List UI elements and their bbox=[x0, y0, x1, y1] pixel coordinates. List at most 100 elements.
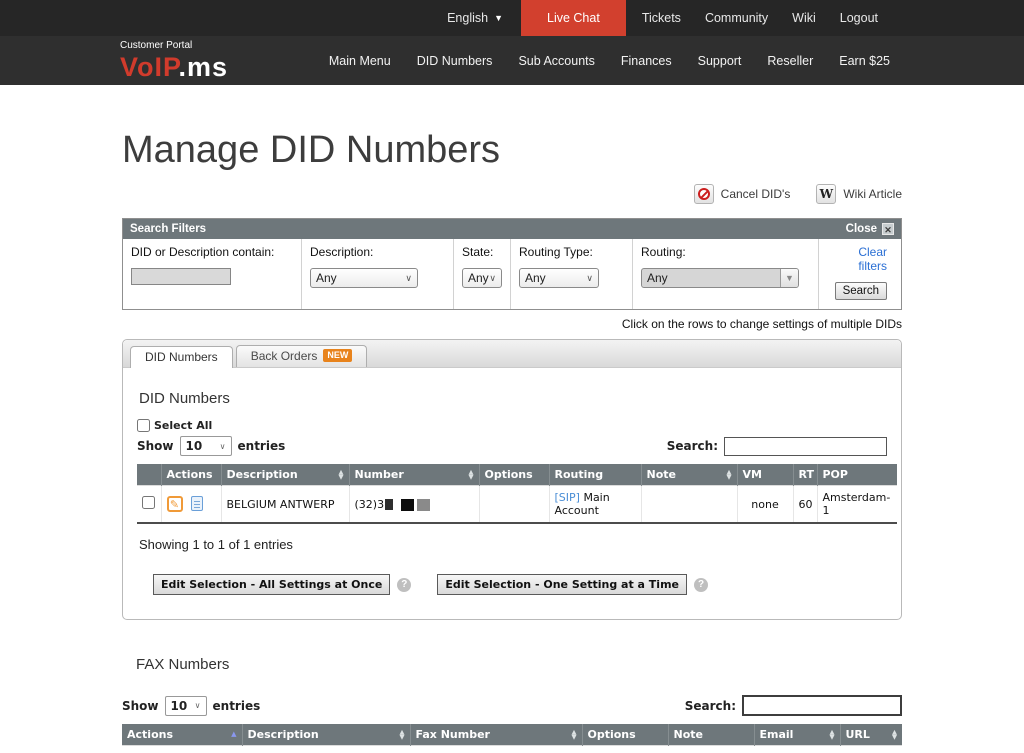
portal-label: Customer Portal bbox=[120, 41, 228, 51]
show-label: Show bbox=[122, 699, 159, 713]
row-pop: Amsterdam-1 bbox=[817, 486, 897, 524]
row-actions-cell: ✎ bbox=[161, 486, 221, 524]
community-link[interactable]: Community bbox=[693, 11, 780, 25]
row-rt: 60 bbox=[793, 486, 817, 524]
chevron-down-icon[interactable]: ▼ bbox=[780, 269, 798, 287]
select-all-checkbox[interactable] bbox=[137, 419, 150, 432]
fax-section-heading: FAX Numbers bbox=[136, 656, 902, 673]
filter-description: Description: Any ∨ bbox=[301, 239, 453, 309]
row-number: (32)3 bbox=[349, 486, 479, 524]
fax-page-size-value: 10 bbox=[171, 699, 188, 713]
col-fax-actions[interactable]: ▲Actions bbox=[122, 724, 242, 746]
nav-main-menu[interactable]: Main Menu bbox=[329, 54, 391, 68]
document-icon[interactable] bbox=[191, 496, 203, 511]
fax-page-size-select[interactable]: 10 ∨ bbox=[165, 696, 207, 716]
top-utility-bar: English ▼ Live Chat Tickets Community Wi… bbox=[0, 0, 1024, 36]
chevron-down-icon: ∨ bbox=[195, 701, 201, 710]
page-actions: Cancel DID's W Wiki Article bbox=[122, 184, 902, 204]
col-fax-options: Options bbox=[582, 724, 668, 746]
fax-table: ▲Actions ▲▼Description ▲▼Fax Number Opti… bbox=[122, 724, 902, 753]
redaction-block bbox=[401, 499, 414, 511]
logout-link[interactable]: Logout bbox=[828, 11, 890, 25]
live-chat-label: Live Chat bbox=[547, 11, 600, 25]
close-icon: ✕ bbox=[882, 223, 894, 235]
sip-routing-link[interactable]: [SIP] bbox=[555, 491, 580, 504]
col-note[interactable]: ▲▼Note bbox=[641, 464, 737, 486]
tab-strip: DID Numbers Back Orders NEW bbox=[123, 340, 901, 368]
col-options: Options bbox=[479, 464, 549, 486]
select-all-control[interactable]: Select All bbox=[137, 419, 887, 432]
cancel-dids-button[interactable]: Cancel DID's bbox=[694, 184, 791, 204]
fax-section: FAX Numbers Show 10 ∨ entries Search: bbox=[122, 656, 902, 753]
did-search-input[interactable] bbox=[724, 437, 887, 456]
filter-routing-type: Routing Type: Any ∨ bbox=[510, 239, 632, 309]
col-fax-description[interactable]: ▲▼Description bbox=[242, 724, 410, 746]
brand-logo[interactable]: Customer Portal VoIP.ms bbox=[120, 41, 228, 81]
filter-did-input[interactable] bbox=[131, 268, 231, 285]
wiki-link[interactable]: Wiki bbox=[780, 11, 828, 25]
clear-filters-link[interactable]: Clear filters bbox=[827, 245, 887, 273]
nav-sub-accounts[interactable]: Sub Accounts bbox=[518, 54, 594, 68]
nav-finances[interactable]: Finances bbox=[621, 54, 672, 68]
live-chat-button[interactable]: Live Chat bbox=[521, 0, 626, 36]
tab-did-numbers-label: DID Numbers bbox=[145, 350, 218, 364]
redaction-block bbox=[385, 499, 393, 510]
nav-earn-25[interactable]: Earn $25 bbox=[839, 54, 890, 68]
filter-state-select[interactable]: Any ∨ bbox=[462, 268, 502, 288]
fax-table-controls: Show 10 ∨ entries Search: bbox=[122, 695, 902, 716]
tickets-link[interactable]: Tickets bbox=[630, 11, 693, 25]
nav-reseller[interactable]: Reseller bbox=[767, 54, 813, 68]
tab-did-numbers[interactable]: DID Numbers bbox=[130, 346, 233, 368]
edit-pencil-icon[interactable]: ✎ bbox=[167, 496, 183, 512]
wikipedia-icon: W bbox=[816, 184, 836, 204]
close-filters-button[interactable]: Close ✕ bbox=[846, 223, 894, 235]
edit-one-setting-button[interactable]: Edit Selection - One Setting at a Time bbox=[437, 574, 687, 595]
did-table-controls: Show 10 ∨ entries Search: bbox=[137, 436, 887, 456]
col-number[interactable]: ▲▼Number bbox=[349, 464, 479, 486]
filter-description-select[interactable]: Any ∨ bbox=[310, 268, 418, 288]
fax-table-header: ▲Actions ▲▼Description ▲▼Fax Number Opti… bbox=[122, 724, 902, 746]
chevron-down-icon: ∨ bbox=[489, 273, 496, 284]
new-badge: NEW bbox=[323, 349, 352, 362]
row-checkbox[interactable] bbox=[142, 496, 155, 509]
sort-icon: ▲▼ bbox=[339, 470, 344, 479]
filter-routing-label: Routing: bbox=[641, 245, 810, 259]
multi-did-hint: Click on the rows to change settings of … bbox=[122, 317, 902, 331]
fax-search-input[interactable] bbox=[742, 695, 902, 716]
did-search-label: Search: bbox=[667, 439, 718, 453]
wiki-article-button[interactable]: W Wiki Article bbox=[816, 184, 902, 204]
filters-search-button[interactable]: Search bbox=[835, 282, 887, 300]
wiki-article-label: Wiki Article bbox=[843, 187, 902, 201]
help-icon[interactable]: ? bbox=[397, 578, 411, 592]
row-description: BELGIUM ANTWERP bbox=[221, 486, 349, 524]
filter-routing-type-select[interactable]: Any ∨ bbox=[519, 268, 599, 288]
chevron-down-icon: ∨ bbox=[405, 273, 412, 284]
col-fax-number[interactable]: ▲▼Fax Number bbox=[410, 724, 582, 746]
col-vm: VM bbox=[737, 464, 793, 486]
language-dropdown[interactable]: English ▼ bbox=[433, 0, 517, 36]
nav-support[interactable]: Support bbox=[698, 54, 742, 68]
edit-selection-row: Edit Selection - All Settings at Once ? … bbox=[153, 574, 887, 595]
row-options bbox=[479, 486, 549, 524]
did-table-row[interactable]: ✎ BELGIUM ANTWERP (32)3 [SIP] Main Accou… bbox=[137, 486, 897, 524]
edit-all-settings-button[interactable]: Edit Selection - All Settings at Once bbox=[153, 574, 390, 595]
tab-back-orders[interactable]: Back Orders NEW bbox=[236, 345, 368, 367]
did-page-size: Show 10 ∨ entries bbox=[137, 436, 285, 456]
col-rt: RT bbox=[793, 464, 817, 486]
search-filters-title: Search Filters bbox=[130, 223, 206, 235]
did-page-size-select[interactable]: 10 ∨ bbox=[180, 436, 232, 456]
help-icon[interactable]: ? bbox=[694, 578, 708, 592]
show-label: Show bbox=[137, 439, 174, 453]
row-routing: [SIP] Main Account bbox=[549, 486, 641, 524]
col-routing: Routing bbox=[549, 464, 641, 486]
nav-did-numbers[interactable]: DID Numbers bbox=[417, 54, 493, 68]
col-fax-url[interactable]: ▲▼URL bbox=[840, 724, 902, 746]
col-fax-email[interactable]: ▲▼Email bbox=[754, 724, 840, 746]
row-vm: none bbox=[737, 486, 793, 524]
close-label: Close bbox=[846, 223, 877, 235]
col-description[interactable]: ▲▼Description bbox=[221, 464, 349, 486]
fax-table-search: Search: bbox=[685, 695, 902, 716]
did-showing-entries: Showing 1 to 1 of 1 entries bbox=[139, 537, 887, 552]
filter-routing-combobox[interactable]: Any ▼ bbox=[641, 268, 799, 288]
chevron-down-icon: ∨ bbox=[220, 442, 226, 451]
